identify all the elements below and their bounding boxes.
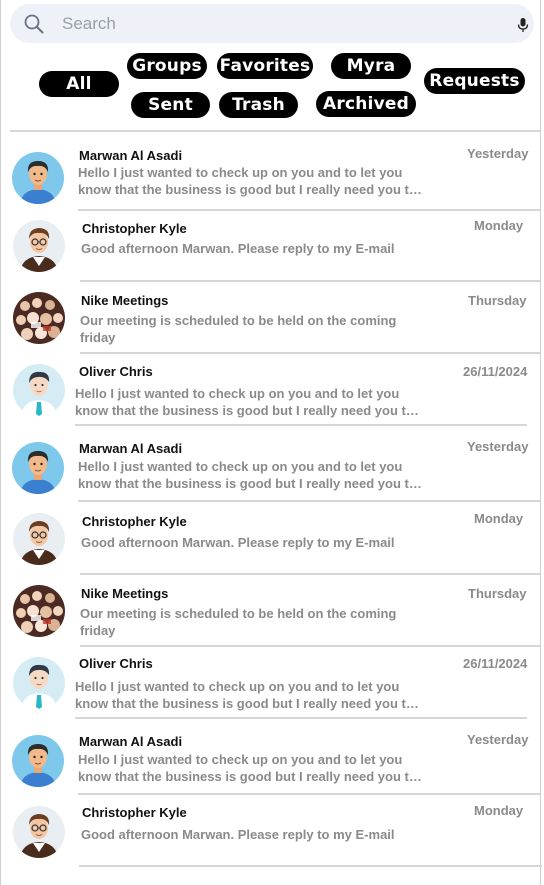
row-divider [78, 209, 540, 211]
filter-chip-requests[interactable]: Requests [424, 68, 525, 94]
row-divider [80, 352, 540, 354]
message-row[interactable]: Christopher Kyle Monday Good afternoon M… [0, 506, 544, 578]
message-row[interactable]: Marwan Al Asadi Yesterday Hello I just w… [0, 432, 544, 504]
sender-name: Christopher Kyle [82, 514, 187, 529]
man-tie-avatar [13, 364, 65, 416]
sender-name: Marwan Al Asadi [79, 734, 183, 749]
message-row[interactable]: Nike Meetings Thursday Our meeting is sc… [0, 578, 544, 650]
group-photo-avatar [13, 585, 65, 637]
filter-chip-favorites[interactable]: Favorites [217, 53, 313, 79]
group-photo-avatar [13, 292, 65, 344]
message-date: Yesterday [467, 439, 529, 454]
message-date: 26/11/2024 [463, 656, 528, 671]
row-divider [80, 573, 540, 575]
sender-name: Christopher Kyle [82, 221, 187, 236]
sender-name: Nike Meetings [81, 293, 169, 308]
microphone-icon[interactable] [516, 17, 530, 33]
row-divider [78, 500, 540, 502]
row-divider [75, 424, 527, 426]
message-preview: Hello I just wanted to check up on you a… [75, 679, 414, 711]
search-icon [24, 14, 44, 34]
message-row[interactable]: Nike Meetings Thursday Our meeting is sc… [0, 284, 544, 356]
man-glasses-avatar [13, 806, 65, 858]
sender-name: Oliver Chris [79, 364, 153, 379]
sender-name: Nike Meetings [81, 586, 169, 601]
message-row[interactable]: Marwan Al Asadi Yesterday Hello I just w… [0, 725, 544, 797]
message-date: Yesterday [467, 732, 529, 747]
filter-chip-all[interactable]: All [39, 71, 119, 97]
man-glasses-avatar [13, 220, 65, 272]
message-row[interactable]: Christopher Kyle Monday Good afternoon M… [0, 798, 544, 870]
filter-chip-myra[interactable]: Myra [331, 53, 411, 79]
man-tie-avatar [13, 657, 65, 709]
message-preview: Hello I just wanted to check up on you a… [78, 165, 417, 197]
message-date: 26/11/2024 [463, 364, 528, 379]
message-date: Monday [474, 218, 524, 233]
filter-chip-archived[interactable]: Archived [316, 91, 416, 117]
filter-chip-trash[interactable]: Trash [219, 92, 298, 118]
message-preview: Hello I just wanted to check up on you a… [75, 386, 414, 418]
row-divider [75, 717, 527, 719]
message-date: Yesterday [467, 146, 529, 161]
message-preview: Hello I just wanted to check up on you a… [78, 752, 417, 784]
message-preview: Our meeting is scheduled to be held on t… [80, 606, 397, 638]
message-preview: Good afternoon Marwan. Please reply to m… [81, 827, 395, 842]
message-date: Monday [474, 511, 524, 526]
message-row[interactable]: Marwan Al Asadi Yesterday Hello I just w… [0, 138, 544, 211]
row-divider [78, 793, 540, 795]
message-date: Thursday [468, 586, 527, 601]
message-preview: Good afternoon Marwan. Please reply to m… [81, 535, 395, 550]
message-date: Thursday [468, 293, 527, 308]
sender-name: Marwan Al Asadi [79, 148, 183, 163]
message-preview: Good afternoon Marwan. Please reply to m… [81, 241, 395, 256]
header-divider [10, 130, 540, 132]
row-divider [80, 645, 540, 647]
man-glasses-avatar [13, 513, 65, 565]
message-preview: Hello I just wanted to check up on you a… [78, 459, 417, 491]
message-preview: Our meeting is scheduled to be held on t… [80, 313, 397, 345]
sender-name: Marwan Al Asadi [79, 441, 183, 456]
row-divider [80, 280, 540, 282]
search-bar[interactable] [10, 4, 534, 43]
man-blue-avatar [12, 735, 64, 787]
sender-name: Christopher Kyle [82, 805, 187, 820]
search-input[interactable] [60, 9, 464, 39]
filter-chip-sent[interactable]: Sent [131, 92, 210, 118]
message-row[interactable]: Oliver Chris 26/11/2024 Hello I just wan… [0, 649, 544, 721]
sender-name: Oliver Chris [79, 656, 153, 671]
man-blue-avatar [12, 152, 64, 204]
man-blue-avatar [12, 442, 64, 494]
filter-chip-groups[interactable]: Groups [127, 53, 207, 79]
message-row[interactable]: Christopher Kyle Monday Good afternoon M… [0, 212, 544, 284]
message-row[interactable]: Oliver Chris 26/11/2024 Hello I just wan… [0, 356, 544, 428]
row-divider [79, 865, 542, 867]
message-date: Monday [474, 803, 524, 818]
